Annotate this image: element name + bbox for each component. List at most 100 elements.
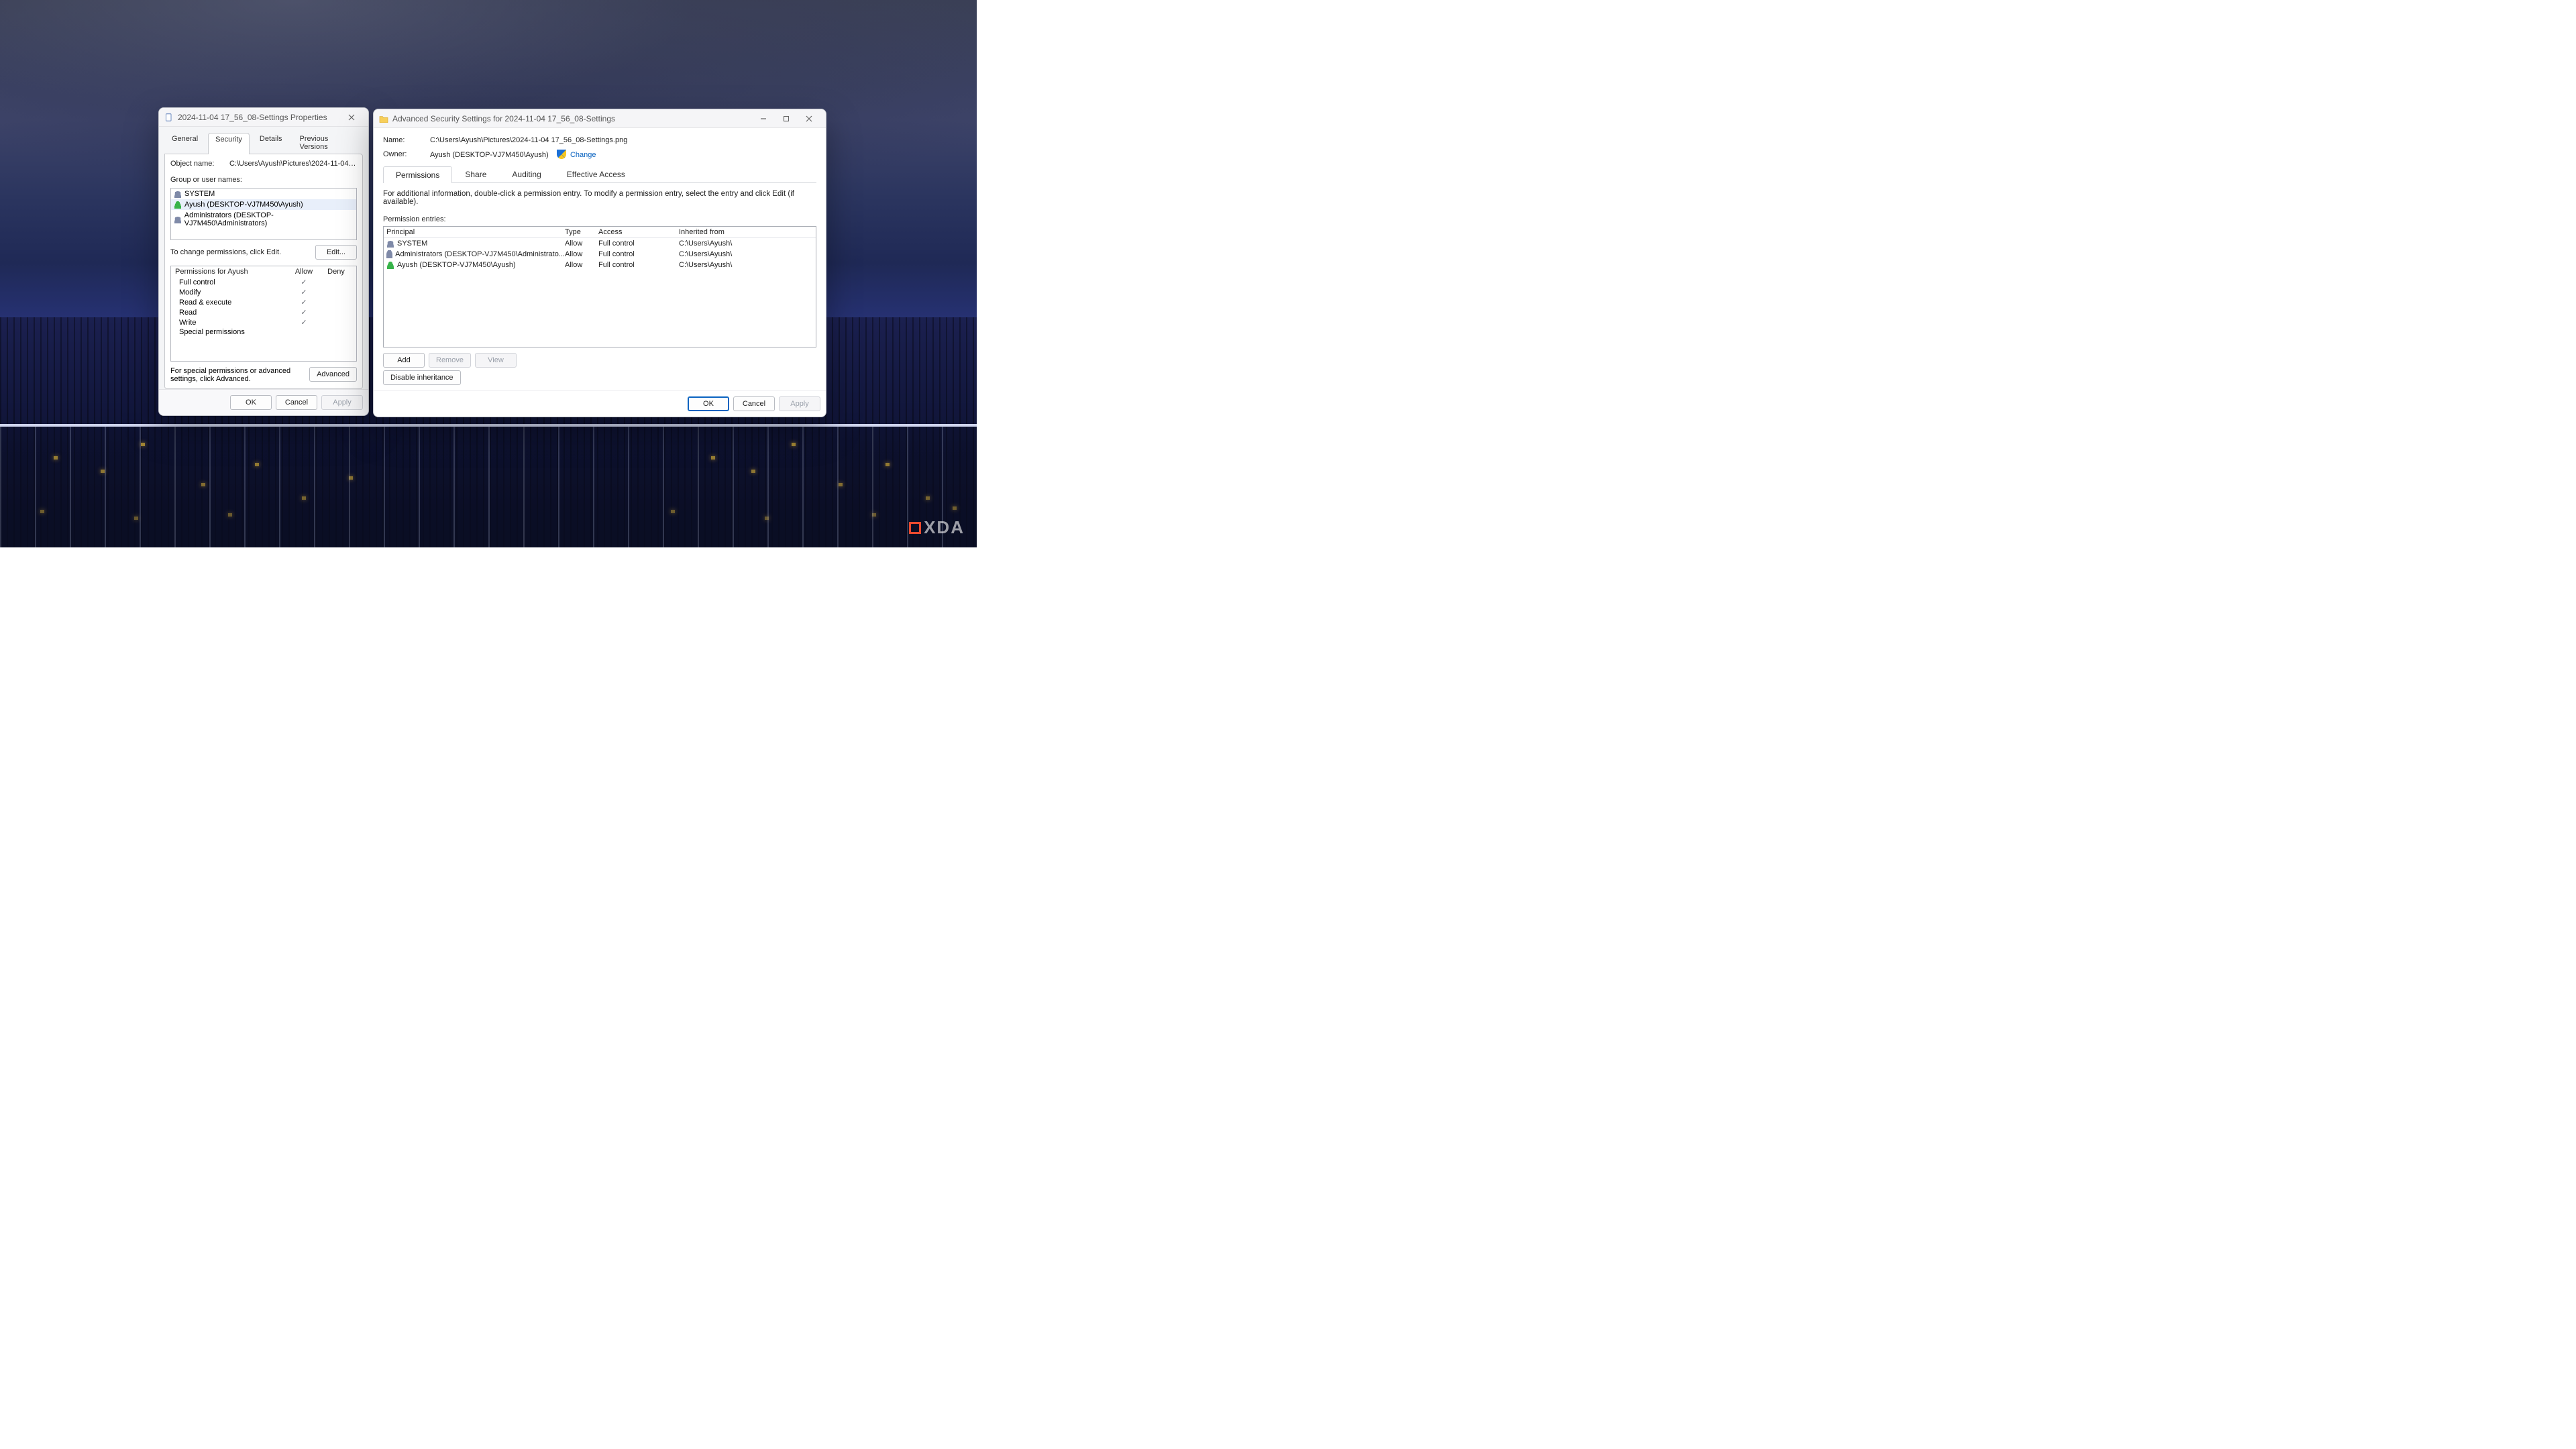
principal-name: Administrators (DESKTOP-VJ7M450\Administ… [184,211,354,227]
object-name-value: C:\Users\Ayush\Pictures\2024-11-04 17_56… [229,160,357,168]
close-icon [348,114,355,121]
tab-security[interactable]: Security [208,133,250,154]
entry-inherited: C:\Users\Ayush\ [679,261,813,269]
maximize-button[interactable] [775,109,798,127]
permission-row: Modify✓ [171,287,356,297]
permission-row: Write✓ [171,317,356,327]
edit-hint: To change permissions, click Edit. [170,248,315,256]
tab-previous-versions[interactable]: Previous Versions [292,132,363,154]
permission-entries-grid[interactable]: Principal Type Access Inherited from SYS… [383,226,816,347]
permission-name: Modify [175,288,288,297]
user-icon [174,201,182,209]
entry-type: Allow [565,239,598,248]
permission-entry-row[interactable]: Ayush (DESKTOP-VJ7M450\Ayush)AllowFull c… [384,260,816,270]
minimize-button[interactable] [752,109,775,127]
apply-button[interactable]: Apply [779,396,820,411]
principal-name: Ayush (DESKTOP-VJ7M450\Ayush) [184,201,303,209]
entry-access: Full control [598,250,679,258]
minimize-icon [760,115,767,122]
group-icon [174,215,182,223]
list-item[interactable]: Administrators (DESKTOP-VJ7M450\Administ… [171,210,356,229]
permission-name: Write [175,319,288,327]
properties-title: 2024-11-04 17_56_08-Settings Properties [178,113,327,122]
security-tab-panel: Object name: C:\Users\Ayush\Pictures\202… [164,154,363,389]
allow-check-icon: ✓ [288,288,320,297]
permission-name: Read [175,309,288,317]
edit-button[interactable]: Edit... [315,245,357,260]
permissions-header-allow: Allow [288,268,320,276]
entry-type: Allow [565,250,598,258]
allow-check-icon: ✓ [288,298,320,307]
owner-label: Owner: [383,150,430,158]
permissions-header-title: Permissions for Ayush [175,268,288,276]
permission-row: Read✓ [171,307,356,317]
permission-name: Full control [175,278,288,286]
tab-general[interactable]: General [164,132,205,154]
group-user-names-list[interactable]: SYSTEM Ayush (DESKTOP-VJ7M450\Ayush) Admin… [170,188,357,240]
uac-shield-icon [557,150,566,159]
ok-button[interactable]: OK [688,396,729,411]
tab-auditing[interactable]: Auditing [499,166,553,182]
permission-entry-row[interactable]: Administrators (DESKTOP-VJ7M450\Administ… [384,249,816,260]
entry-access: Full control [598,239,679,248]
change-owner-link[interactable]: Change [570,151,596,159]
allow-check-icon: ✓ [288,318,320,327]
remove-button[interactable]: Remove [429,353,471,368]
permissions-table: Permissions for Ayush Allow Deny Full co… [170,266,357,362]
advanced-hint: For special permissions or advanced sett… [170,367,303,383]
allow-check-icon: ✓ [288,278,320,286]
advanced-security-dialog: Advanced Security Settings for 2024-11-0… [373,109,826,417]
permission-name: Read & execute [175,299,288,307]
entry-principal: SYSTEM [397,239,427,248]
maximize-icon [783,115,790,122]
owner-value: Ayush (DESKTOP-VJ7M450\Ayush) [430,151,549,159]
add-button[interactable]: Add [383,353,425,368]
xda-watermark: XDA [909,517,965,538]
permission-name: Special permissions [175,328,288,336]
cancel-button[interactable]: Cancel [733,396,775,411]
disable-inheritance-button[interactable]: Disable inheritance [383,370,461,385]
group-icon [174,190,182,198]
file-icon [164,113,174,122]
properties-titlebar[interactable]: 2024-11-04 17_56_08-Settings Properties [159,108,368,127]
object-name-label: Object name: [170,160,221,168]
entry-inherited: C:\Users\Ayush\ [679,250,813,258]
allow-check-icon: ✓ [288,308,320,317]
col-principal[interactable]: Principal [386,228,565,236]
list-item[interactable]: Ayush (DESKTOP-VJ7M450\Ayush) [171,199,356,210]
permissions-header-deny: Deny [320,268,352,276]
col-access[interactable]: Access [598,228,679,236]
permission-row: Full control✓ [171,277,356,287]
entry-principal: Ayush (DESKTOP-VJ7M450\Ayush) [397,261,516,269]
entry-access: Full control [598,261,679,269]
tab-details[interactable]: Details [252,132,290,154]
permission-entry-row[interactable]: SYSTEM AllowFull controlC:\Users\Ayush\ [384,238,816,249]
principal-name: SYSTEM [184,190,215,198]
info-text: For additional information, double-click… [383,190,816,206]
tab-share[interactable]: Share [452,166,499,182]
advanced-titlebar[interactable]: Advanced Security Settings for 2024-11-0… [374,109,826,128]
cancel-button[interactable]: Cancel [276,395,317,410]
xda-logo-icon [909,522,921,534]
advanced-tabs: PermissionsShareAuditingEffective Access [383,166,816,183]
group-icon [386,250,392,258]
entry-inherited: C:\Users\Ayush\ [679,239,813,248]
ok-button[interactable]: OK [230,395,272,410]
apply-button[interactable]: Apply [321,395,363,410]
close-button[interactable] [340,108,363,126]
tab-effective-access[interactable]: Effective Access [554,166,638,182]
tab-permissions[interactable]: Permissions [383,166,452,183]
close-button[interactable] [798,109,820,127]
list-item[interactable]: SYSTEM [171,189,356,199]
advanced-button[interactable]: Advanced [309,367,357,382]
name-value: C:\Users\Ayush\Pictures\2024-11-04 17_56… [430,136,816,144]
permission-row: Special permissions [171,327,356,337]
col-inherited[interactable]: Inherited from [679,228,813,236]
group-user-names-label: Group or user names: [170,176,357,184]
view-button[interactable]: View [475,353,517,368]
properties-tabs: GeneralSecurityDetailsPrevious Versions [164,129,363,154]
properties-dialog: 2024-11-04 17_56_08-Settings Properties … [158,107,369,416]
advanced-title: Advanced Security Settings for 2024-11-0… [392,114,615,123]
col-type[interactable]: Type [565,228,598,236]
close-icon [806,115,812,122]
